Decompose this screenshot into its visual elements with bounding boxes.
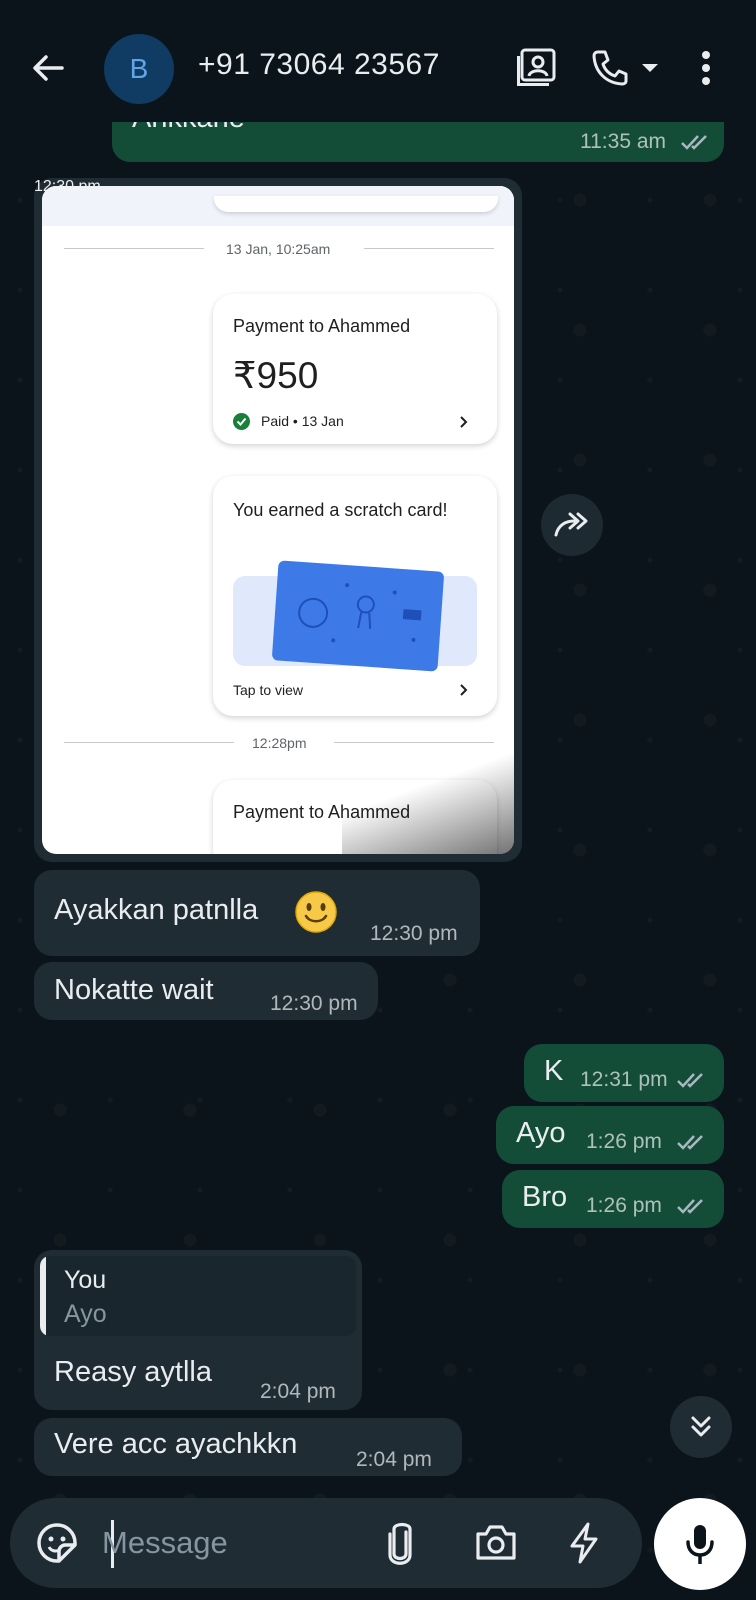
message-time: 2:04 pm — [356, 1448, 432, 1471]
camera-icon[interactable] — [474, 1522, 518, 1567]
scratch-title: You earned a scratch card! — [233, 500, 448, 520]
contact-card-icon[interactable] — [512, 44, 560, 92]
smiley-emoji-icon — [295, 891, 337, 933]
message-image-incoming[interactable]: 13 Jan, 10:25am Payment to Ahammed ₹950 … — [34, 178, 522, 862]
message-text: Nokatte wait — [54, 974, 214, 1006]
message-incoming-reply[interactable]: You Ayo Reasy aytlla 2:04 pm — [34, 1250, 362, 1410]
message-time: 2:04 pm — [260, 1380, 336, 1403]
message-outgoing[interactable]: Ayo 1:26 pm — [496, 1106, 724, 1164]
reply-quote[interactable]: You Ayo — [40, 1256, 356, 1336]
message-incoming[interactable]: Vere acc ayachkkn 2:04 pm — [34, 1418, 462, 1476]
avatar-letter: B — [129, 53, 149, 84]
reply-text: Ayo — [64, 1300, 107, 1328]
message-text: Ayakkan patnlla — [54, 894, 259, 926]
paid-check-icon — [233, 413, 250, 430]
message-time: 12:31 pm — [580, 1068, 668, 1091]
forward-icon — [554, 512, 588, 537]
message-text: Ayo — [516, 1117, 566, 1149]
read-receipt-icon — [677, 1199, 703, 1214]
chevron-right-icon — [460, 684, 468, 696]
message-outgoing[interactable]: Bro 1:26 pm — [502, 1170, 724, 1228]
microphone-icon — [686, 1525, 714, 1564]
read-receipt-icon — [677, 1073, 703, 1088]
more-options-icon[interactable] — [688, 44, 724, 92]
message-input[interactable] — [102, 1520, 362, 1566]
reply-author: You — [64, 1266, 107, 1294]
message-composer — [10, 1498, 642, 1588]
chat-header: B +91 73064 23567 — [0, 0, 756, 122]
scroll-to-bottom-button[interactable] — [670, 1396, 732, 1458]
message-time: 12:30 pm — [270, 992, 358, 1015]
payment-screenshot[interactable]: 13 Jan, 10:25am Payment to Ahammed ₹950 … — [42, 186, 514, 854]
payment-card: Payment to Ahammed ₹950 Paid • 13 Jan — [213, 294, 497, 444]
scratch-card: You earned a scratch card! Tap to view — [213, 476, 497, 716]
message-outgoing[interactable]: K 12:31 pm — [524, 1044, 724, 1102]
message-incoming[interactable]: Ayakkan patnlla 12:30 pm — [34, 870, 480, 956]
payment-status: Paid • 13 Jan — [261, 413, 344, 429]
message-time: 12:30 pm — [370, 922, 458, 945]
message-time: 11:35 am — [580, 130, 666, 153]
payment-title: Payment to Ahammed — [233, 316, 411, 336]
forward-button[interactable] — [541, 494, 603, 556]
message-incoming[interactable]: Nokatte wait 12:30 pm — [34, 962, 378, 1020]
read-receipt-icon — [677, 1135, 703, 1150]
payment-lightning-icon[interactable] — [568, 1522, 600, 1569]
screenshot-timestamp: 12:28pm — [252, 735, 307, 751]
sticker-icon[interactable] — [36, 1522, 78, 1569]
attach-icon[interactable] — [386, 1520, 414, 1571]
double-chevron-down-icon — [691, 1416, 711, 1437]
back-arrow-icon[interactable] — [28, 48, 68, 88]
voice-call-icon[interactable] — [586, 44, 634, 92]
tap-to-view: Tap to view — [233, 682, 304, 698]
message-time: 1:26 pm — [586, 1130, 662, 1153]
screenshot-timestamp: 13 Jan, 10:25am — [226, 241, 331, 257]
message-time: 1:26 pm — [586, 1194, 662, 1217]
message-text: Bro — [522, 1181, 568, 1213]
voice-record-button[interactable] — [654, 1498, 746, 1590]
payment-amount: ₹950 — [233, 355, 319, 396]
chevron-right-icon — [460, 416, 468, 428]
contact-name[interactable]: +91 73064 23567 — [198, 48, 440, 82]
message-text: Vere acc ayachkkn — [54, 1428, 298, 1460]
avatar[interactable]: B — [104, 34, 174, 104]
scratch-card-image — [271, 560, 445, 672]
message-text: K — [544, 1055, 564, 1087]
call-dropdown-icon[interactable] — [636, 44, 664, 92]
message-text: Reasy aytlla — [54, 1356, 212, 1388]
read-receipt-icon — [681, 135, 707, 150]
